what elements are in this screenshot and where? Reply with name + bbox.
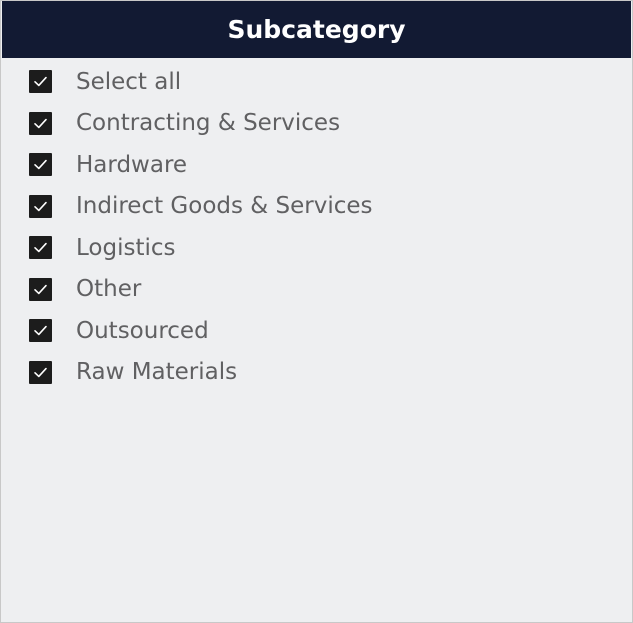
- checkbox[interactable]: [29, 319, 52, 343]
- checkmark-icon: [34, 284, 47, 294]
- slicer-item-label: Raw Materials: [76, 359, 238, 386]
- checkmark-icon: [34, 118, 47, 128]
- checkbox[interactable]: [29, 360, 52, 384]
- slicer-item-raw-materials[interactable]: Raw Materials: [29, 352, 622, 394]
- checkbox[interactable]: [29, 111, 52, 135]
- checkmark-icon: [34, 201, 47, 211]
- slicer-item-label: Outsourced: [76, 317, 209, 344]
- subcategory-slicer: Subcategory Select all Contracting & Ser…: [0, 0, 633, 623]
- slicer-item-logistics[interactable]: Logistics: [29, 227, 622, 269]
- slicer-item-hardware[interactable]: Hardware: [29, 144, 622, 186]
- checkbox[interactable]: [29, 194, 52, 218]
- slicer-item-outsourced[interactable]: Outsourced: [29, 310, 622, 352]
- slicer-item-other[interactable]: Other: [29, 269, 622, 311]
- slicer-item-label: Hardware: [76, 151, 188, 178]
- checkbox[interactable]: [29, 153, 52, 177]
- checkmark-icon: [34, 367, 47, 377]
- slicer-title: Subcategory: [2, 1, 631, 58]
- slicer-item-label: Logistics: [76, 234, 176, 261]
- slicer-item-label: Select all: [76, 68, 182, 95]
- checkmark-icon: [34, 243, 47, 253]
- checkbox[interactable]: [29, 236, 52, 260]
- checkmark-icon: [34, 160, 47, 170]
- slicer-item-label: Contracting & Services: [76, 110, 341, 137]
- slicer-item-contracting-services[interactable]: Contracting & Services: [29, 103, 622, 145]
- checkbox[interactable]: [29, 277, 52, 301]
- slicer-item-list: Select all Contracting & Services Hardwa…: [29, 61, 622, 393]
- slicer-item-label: Other: [76, 276, 142, 303]
- checkbox[interactable]: [29, 70, 52, 94]
- checkmark-icon: [34, 77, 47, 87]
- slicer-item-indirect-goods-services[interactable]: Indirect Goods & Services: [29, 186, 622, 228]
- checkmark-icon: [34, 326, 47, 336]
- slicer-item-select-all[interactable]: Select all: [29, 61, 622, 103]
- slicer-item-label: Indirect Goods & Services: [76, 193, 373, 220]
